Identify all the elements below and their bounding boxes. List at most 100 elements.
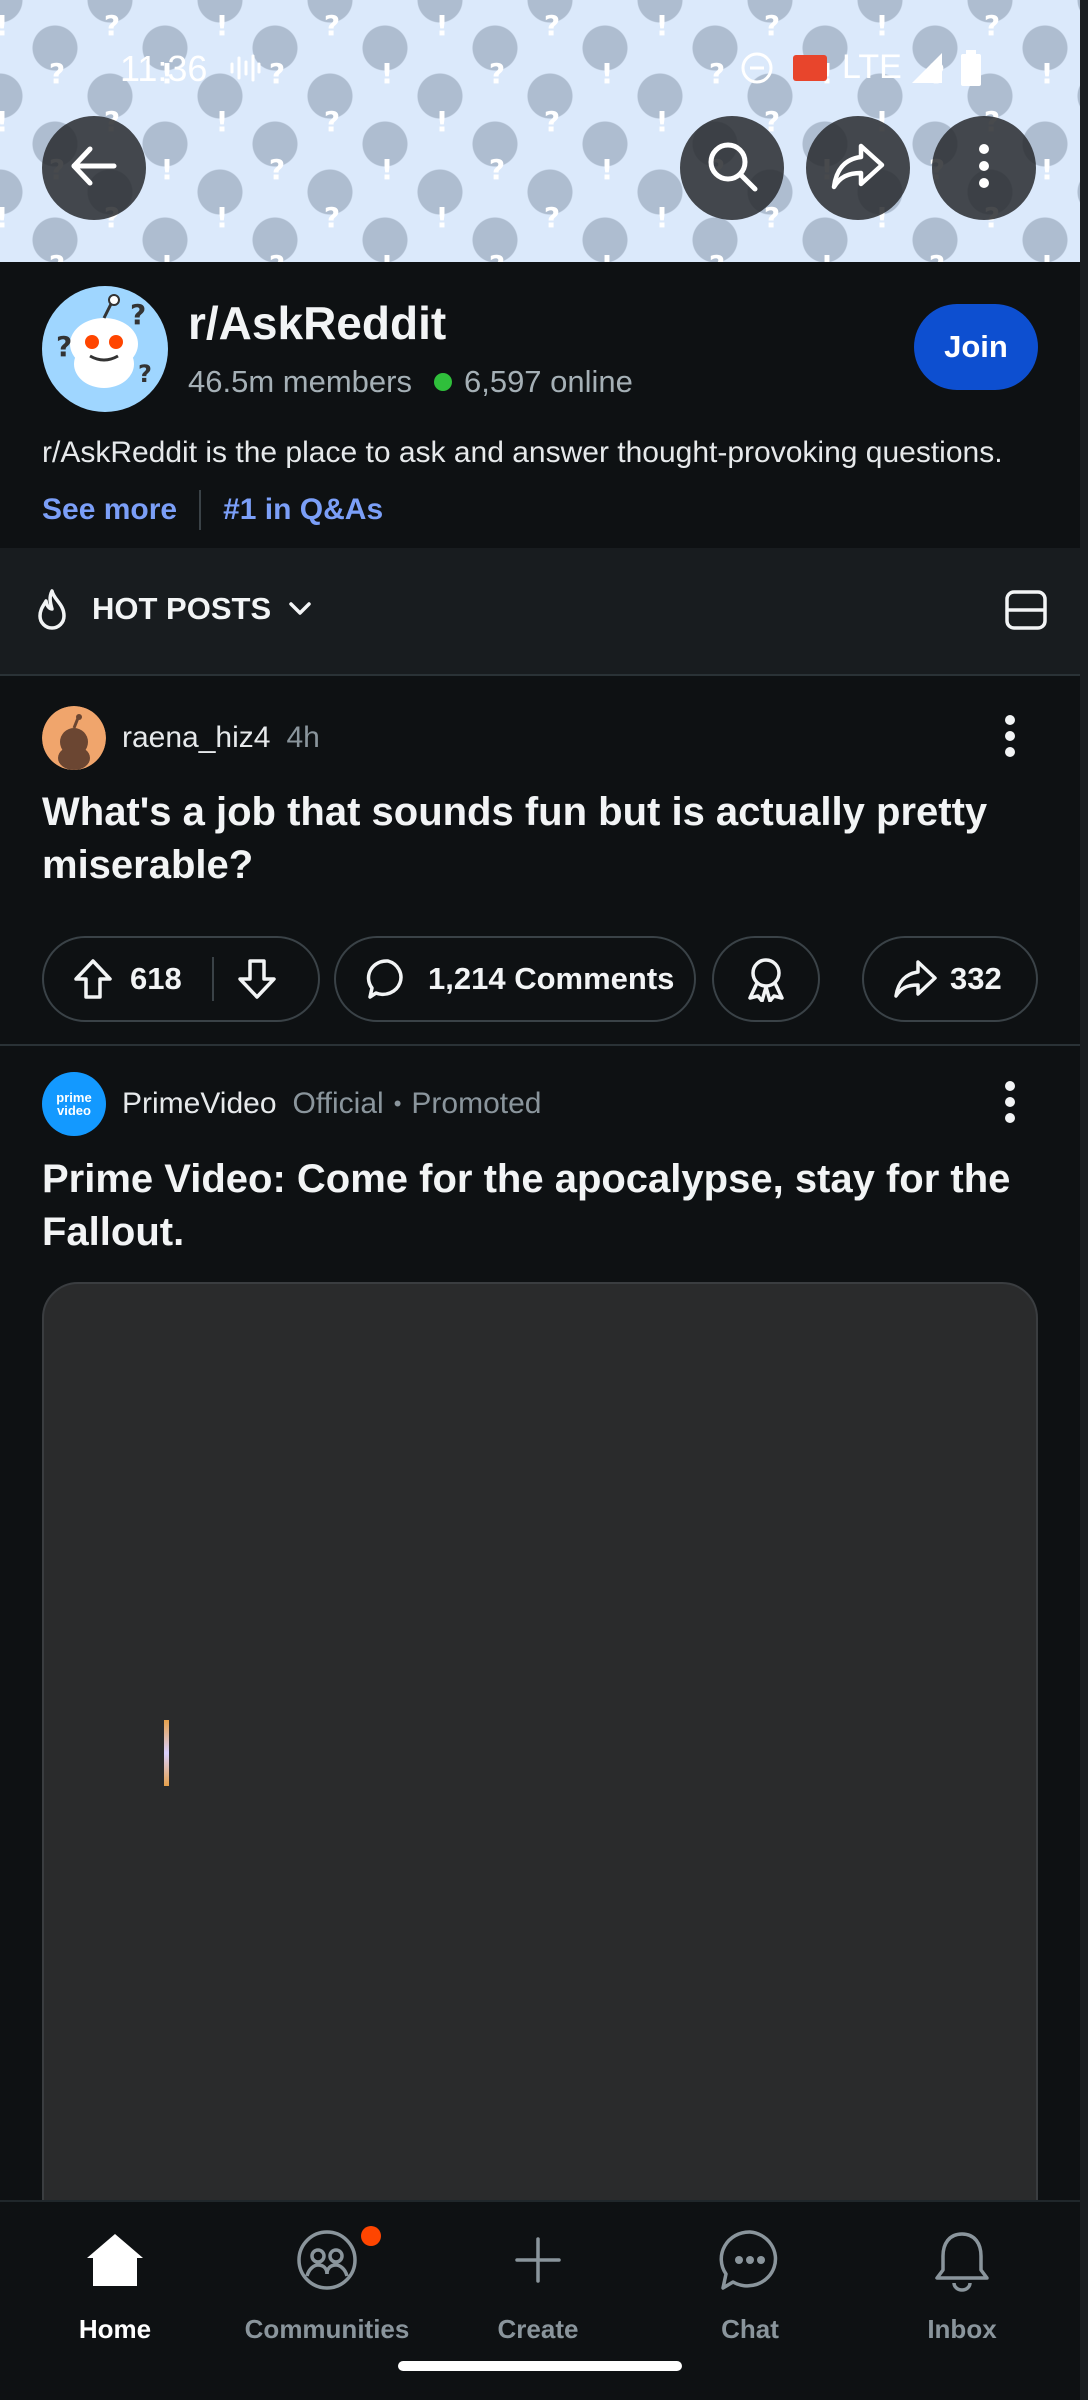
subreddit-stats: 46.5m members 6,597 online: [188, 364, 633, 400]
status-bar: 11:36 LTE: [0, 40, 1080, 96]
signal-icon: [910, 50, 944, 86]
online-dot-icon: [433, 373, 452, 391]
subreddit-links: See more #1 in Q&As: [42, 490, 383, 530]
banner-mark: ?: [268, 153, 286, 186]
nav-label-home: Home: [78, 2314, 152, 2344]
promoted-meta: prime video PrimeVideo Official • Promot…: [42, 1072, 541, 1136]
banner-mark: !: [215, 105, 229, 138]
banner-mark: !: [160, 153, 174, 186]
home-indicator[interactable]: [398, 2361, 682, 2371]
banner-mark: !: [435, 105, 449, 138]
subreddit-avatar[interactable]: ? ? ?: [42, 286, 168, 412]
share-icon: [892, 957, 938, 1001]
do-not-disturb-icon: [740, 50, 774, 86]
nav-inbox[interactable]: Inbox: [872, 2222, 1052, 2345]
vote-bar: 618: [42, 936, 320, 1022]
post-meta: raena_hiz4 4h: [42, 706, 320, 770]
share-post-button[interactable]: 332: [862, 936, 1038, 1022]
network-type: LTE: [842, 48, 902, 86]
rank-link[interactable]: #1 in Q&As: [223, 493, 383, 527]
banner-mark: !: [805, 244, 849, 262]
more-vertical-icon: [1003, 1080, 1017, 1129]
plus-icon: [513, 2222, 563, 2298]
post-username[interactable]: raena_hiz4: [122, 721, 270, 755]
banner-mark: !: [215, 201, 229, 234]
post-more-button[interactable]: [988, 706, 1032, 770]
svg-text:?: ?: [56, 330, 72, 363]
subreddit-banner: !?!?!?!?!?!?!?!?!?!?!!?!?!?!?!?!?!?!?!?!…: [0, 0, 1080, 262]
award-icon: [744, 956, 788, 1002]
more-vertical-icon: [1003, 714, 1017, 763]
chat-icon: [718, 2222, 782, 2298]
nav-chat[interactable]: Chat: [660, 2222, 840, 2345]
share-icon: [828, 136, 888, 201]
online-count: 6,597 online: [463, 364, 633, 399]
banner-mark: ?: [35, 244, 79, 262]
post-time: 4h: [286, 721, 320, 754]
promoted-more-button[interactable]: [988, 1072, 1032, 1136]
meta-separator: •: [393, 1091, 402, 1116]
card-view-icon: [1004, 590, 1048, 636]
sound-wave-icon: [228, 50, 262, 86]
banner-mark: ?: [695, 244, 739, 262]
svg-text:?: ?: [130, 298, 146, 331]
media-light-streak: [164, 1720, 169, 1786]
banner-mark: ?: [915, 244, 959, 262]
banner-mark: !: [0, 100, 24, 144]
share-subreddit-button[interactable]: [806, 116, 910, 220]
nav-label-communities: Communities: [244, 2314, 410, 2344]
banner-mark: ?: [488, 153, 506, 186]
vote-count: 618: [130, 961, 182, 996]
banner-mark: !: [600, 153, 614, 186]
vote-divider: [211, 957, 214, 1001]
award-button[interactable]: [712, 936, 820, 1022]
nav-label-chat: Chat: [721, 2314, 779, 2344]
sort-label: HOT POSTS: [92, 591, 272, 626]
sort-dropdown[interactable]: HOT POSTS: [34, 588, 313, 630]
comment-icon: [366, 957, 410, 1001]
downvote-icon[interactable]: [236, 957, 278, 1001]
upvote-icon[interactable]: [72, 957, 114, 1001]
more-options-button[interactable]: [932, 116, 1036, 220]
banner-mark: ?: [475, 244, 519, 262]
promoted-avatar[interactable]: prime video: [42, 1072, 106, 1136]
promoted-username[interactable]: PrimeVideo: [122, 1087, 277, 1121]
nav-create[interactable]: Create: [448, 2222, 628, 2345]
avatar-text-video: video: [57, 1103, 91, 1118]
nav-home[interactable]: Home: [25, 2222, 205, 2345]
banner-mark: !: [145, 244, 189, 262]
see-more-link[interactable]: See more: [42, 493, 177, 527]
banner-mark: !: [0, 196, 24, 240]
banner-mark: !: [1025, 244, 1069, 262]
promoted-media[interactable]: [42, 1282, 1038, 2282]
banner-mark: !: [435, 201, 449, 234]
back-button[interactable]: [42, 116, 146, 220]
bell-icon: [932, 2222, 992, 2298]
promoted-title[interactable]: Prime Video: Come for the apocalypse, st…: [42, 1153, 1052, 1259]
comments-button[interactable]: 1,214 Comments: [334, 936, 696, 1022]
sort-bar: HOT POSTS: [0, 548, 1080, 676]
official-label: Official: [292, 1087, 384, 1120]
banner-mark: ?: [323, 201, 341, 234]
battery-icon: [960, 50, 982, 86]
more-vertical-icon: [954, 136, 1014, 201]
communities-icon: [295, 2222, 381, 2298]
subreddit-description: r/AskReddit is the place to ask and answ…: [42, 436, 1003, 469]
nav-label-create: Create: [497, 2314, 579, 2344]
search-button[interactable]: [680, 116, 784, 220]
user-avatar[interactable]: [42, 706, 106, 770]
flame-icon: [34, 588, 70, 630]
svg-text:?: ?: [138, 360, 152, 388]
banner-mark: ?: [543, 105, 561, 138]
view-mode-button[interactable]: [1004, 588, 1048, 632]
snoo-question-icon: ? ? ?: [56, 294, 152, 388]
home-icon: [83, 2222, 147, 2298]
comment-count: 1,214 Comments: [428, 961, 675, 996]
share-count: 332: [950, 961, 1002, 996]
chevron-down-icon: [287, 600, 313, 618]
banner-mark: ?: [543, 201, 561, 234]
nav-communities[interactable]: Communities: [237, 2222, 417, 2345]
join-button[interactable]: Join: [914, 304, 1038, 390]
banner-mark: !: [380, 153, 394, 186]
post-title[interactable]: What's a job that sounds fun but is actu…: [42, 786, 1052, 892]
